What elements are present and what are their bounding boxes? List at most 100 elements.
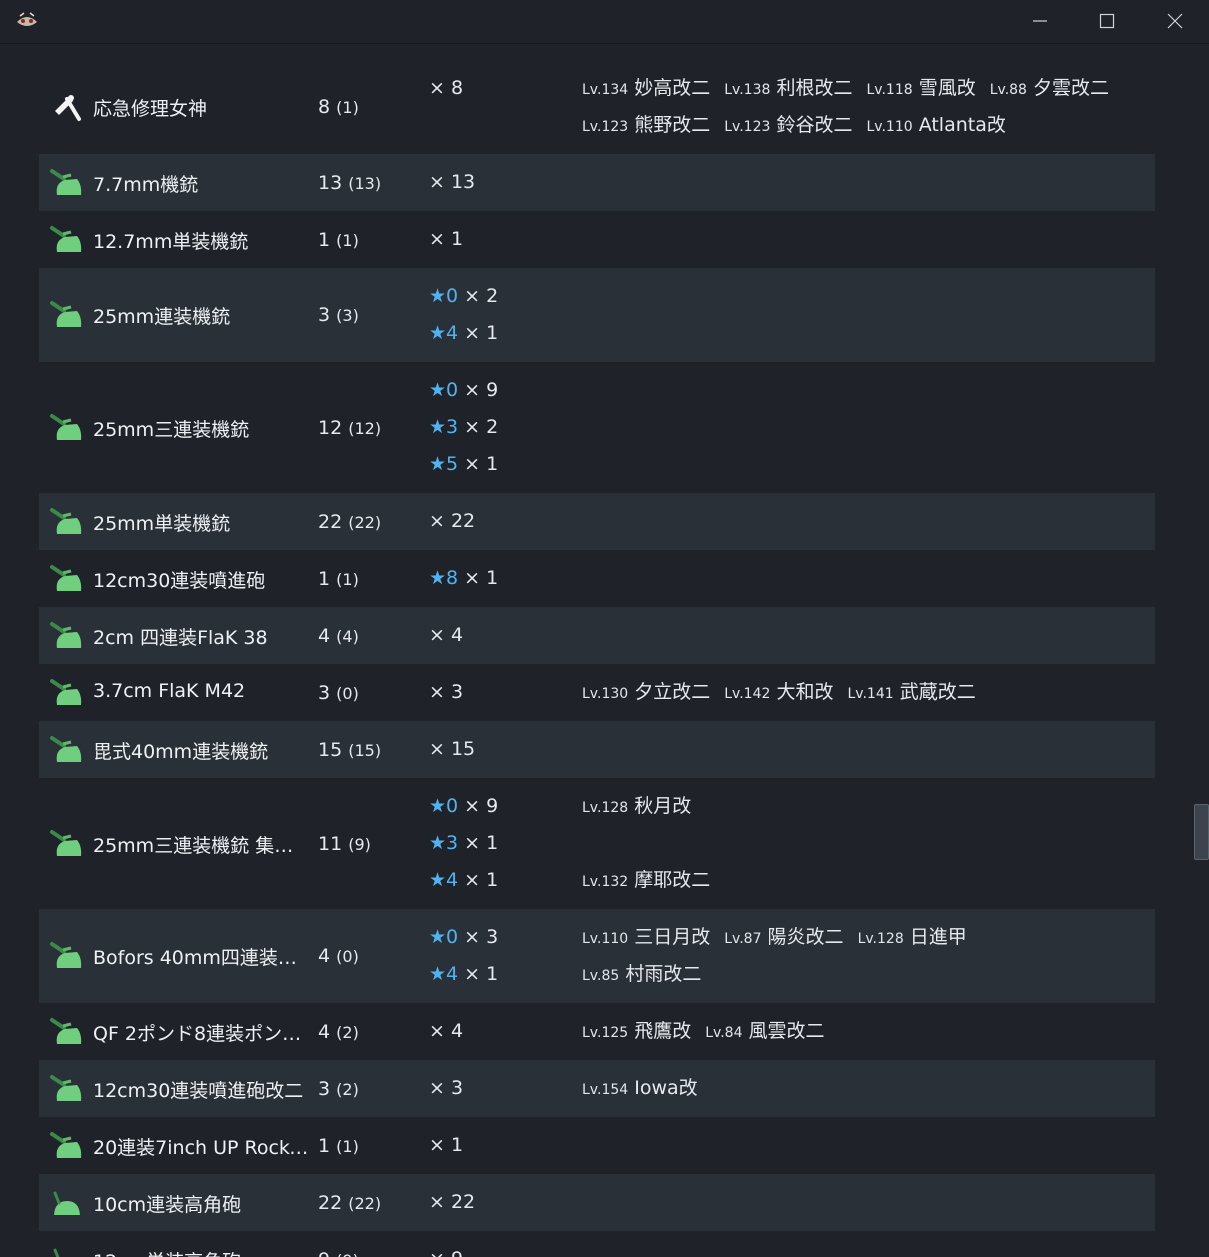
scrollbar-thumb[interactable] <box>1194 804 1209 860</box>
equipment-name: 25mm連装機銃 <box>93 306 231 328</box>
multiplier: × 9 <box>464 795 499 817</box>
equipped-ships: Lv.154 Iowa改 <box>582 1070 712 1109</box>
maximize-button[interactable] <box>1084 4 1130 38</box>
equipment-count: 12 (12) <box>318 417 381 439</box>
count-total: 11 <box>318 832 343 855</box>
high-angle-gun-icon <box>53 1191 80 1215</box>
count-unlocked: (0) <box>336 683 359 703</box>
count-total: 3 <box>318 681 331 704</box>
ship-name: 秋月改 <box>634 795 692 817</box>
improvement-star: ★4 <box>429 322 459 344</box>
equipment-row[interactable]: 12cm単装高角砲 9 (9) × 9 <box>39 1231 1155 1257</box>
ship-level: Lv.87 <box>724 931 762 947</box>
equipment-row[interactable]: 25mm三連装機銃 集中配備 11 (9) ★0 × 9 Lv.128 秋月改 ★3 ×… <box>39 778 1155 909</box>
equipment-name: 20連装7inch UP Rocket Launchers <box>93 1136 311 1159</box>
equipment-row[interactable]: 12cm30連装噴進砲改二 3 (2) × 3 Lv.154 Iowa改 <box>39 1060 1155 1117</box>
improvement-count: × 3 <box>429 674 463 711</box>
equipment-row[interactable]: 7.7mm機銃 13 (13) × 13 <box>39 154 1155 211</box>
count-unlocked: (4) <box>336 626 359 646</box>
equipment-row[interactable]: 25mm三連装機銃 12 (12) ★0 × 9 ★3 × 2 ★5 × 1 <box>39 362 1155 493</box>
improvement-star: ★0 <box>429 379 459 401</box>
improvement-count: ★0 × 9 <box>429 788 498 825</box>
ship-name: 武蔵改二 <box>899 681 976 703</box>
multiplier: × 13 <box>429 171 476 193</box>
ship-level: Lv.128 <box>582 800 629 816</box>
aa-gun-icon <box>50 507 82 534</box>
count-unlocked: (0) <box>336 947 359 966</box>
improvement-star: ★4 <box>429 869 459 891</box>
equipment-row[interactable]: 25mm連装機銃 3 (3) ★0 × 2 ★4 × 1 <box>39 268 1155 362</box>
improvement-count: × 4 <box>429 1013 463 1050</box>
ship-level: Lv.128 <box>857 931 904 947</box>
count-unlocked: (15) <box>348 740 382 760</box>
aa-gun-icon <box>50 829 82 856</box>
multiplier: × 2 <box>464 416 499 438</box>
equipment-row[interactable]: 12.7mm単装機銃 1 (1) × 1 <box>39 211 1155 268</box>
equipment-name: 25mm三連装機銃 集中配備 <box>93 834 311 857</box>
ship-name: Atlanta改 <box>918 114 1006 136</box>
ship-name: 飛鷹改 <box>634 1020 692 1042</box>
equipment-row[interactable]: 25mm単装機銃 22 (22) × 22 <box>39 493 1155 550</box>
count-total: 9 <box>318 1249 330 1257</box>
equipment-row[interactable]: Bofors 40mm四連装機関砲 4 (0) ★0 × 3 Lv.110 三日月改 L… <box>39 909 1155 1003</box>
multiplier: × 9 <box>429 1248 463 1257</box>
minimize-icon <box>1033 20 1047 22</box>
equipment-count: 9 (9) <box>318 1249 359 1257</box>
count-total: 22 <box>318 510 343 533</box>
equipment-list[interactable]: 応急修理女神 8 (1) × 8 Lv.134 妙高改二 Lv.138 利根改二 Lv.1… <box>39 43 1155 1257</box>
equipment-row[interactable]: 12cm30連装噴進砲 1 (1) ★8 × 1 <box>39 550 1155 607</box>
count-total: 3 <box>318 304 331 326</box>
ship-entry: Lv.142 大和改 <box>724 681 833 703</box>
equipped-ships: Lv.128 秋月改 <box>582 788 705 827</box>
equipped-ships: Lv.125 飛鷹改 Lv.84 風雲改二 <box>582 1013 839 1052</box>
improvement-count: × 9 <box>429 1241 463 1257</box>
multiplier: × 4 <box>429 1020 464 1042</box>
ship-level: Lv.141 <box>847 686 894 702</box>
ship-entry: Lv.118 雪風改 <box>866 77 975 99</box>
multiplier: × 1 <box>429 1134 464 1156</box>
count-unlocked: (9) <box>336 1251 359 1257</box>
improvement-count: ★4 × 1 <box>429 956 498 993</box>
improvement-star: ★8 <box>429 567 459 589</box>
equipment-name: 12cm30連装噴進砲 <box>93 569 266 592</box>
count-total: 1 <box>318 567 331 590</box>
count-total: 1 <box>318 1134 331 1157</box>
equipment-row[interactable]: 20連装7inch UP Rocket Launchers 1 (1) × 1 <box>39 1117 1155 1174</box>
equipment-count: 22 (22) <box>318 1192 381 1214</box>
count-unlocked: (1) <box>336 1136 359 1156</box>
ship-entry: Lv.130 夕立改二 <box>582 681 710 703</box>
aa-gun-icon <box>50 678 82 705</box>
multiplier: × 15 <box>429 738 476 760</box>
aa-gun-icon <box>50 942 82 968</box>
equipment-row[interactable]: 毘式40mm連装機銃 15 (15) × 15 <box>39 721 1155 778</box>
count-unlocked: (2) <box>336 1022 359 1042</box>
close-button[interactable] <box>1152 4 1198 38</box>
equipment-row[interactable]: 3.7cm FlaK M42 3 (0) × 3 Lv.130 夕立改二 Lv.142 … <box>39 664 1155 721</box>
equipment-count: 4 (2) <box>318 1021 359 1043</box>
aa-gun-icon <box>50 1074 82 1101</box>
improvement-count: ★0 × 9 <box>429 372 498 409</box>
ship-entry: Lv.154 Iowa改 <box>582 1077 698 1099</box>
ship-entry: Lv.85 村雨改二 <box>582 963 701 985</box>
equipment-count: 8 (1) <box>318 96 359 118</box>
equipment-count: 3 (2) <box>318 1078 359 1100</box>
ship-entry: Lv.123 鈴谷改二 <box>724 114 852 136</box>
equipment-row[interactable]: 10cm連装高角砲 22 (22) × 22 <box>39 1174 1155 1231</box>
equipment-row[interactable]: QF 2ポンド8連装ポンポン砲 4 (2) × 4 Lv.125 飛鷹改 Lv.84 風… <box>39 1003 1155 1060</box>
equipment-row[interactable]: 2cm 四連装FlaK 38 4 (4) × 4 <box>39 607 1155 664</box>
equipment-count: 1 (1) <box>318 229 359 251</box>
aa-gun-icon <box>50 1017 82 1044</box>
ship-name: 風雲改二 <box>748 1020 825 1042</box>
improvement-count: ★0 × 2 <box>429 278 498 315</box>
equipment-name: 12cm30連装噴進砲改二 <box>93 1079 304 1102</box>
ship-level: Lv.132 <box>582 874 629 890</box>
count-unlocked: (12) <box>348 418 382 438</box>
aa-gun-icon <box>50 301 82 327</box>
repair-goddess-icon <box>55 95 81 121</box>
ship-level: Lv.84 <box>705 1025 743 1041</box>
improvement-star: ★0 <box>429 285 459 307</box>
equipment-row[interactable]: 応急修理女神 8 (1) × 8 Lv.134 妙高改二 Lv.138 利根改二 Lv.1… <box>39 60 1155 154</box>
app-logo-icon <box>17 12 37 26</box>
multiplier: × 1 <box>429 228 464 250</box>
minimize-button[interactable] <box>1017 4 1063 38</box>
